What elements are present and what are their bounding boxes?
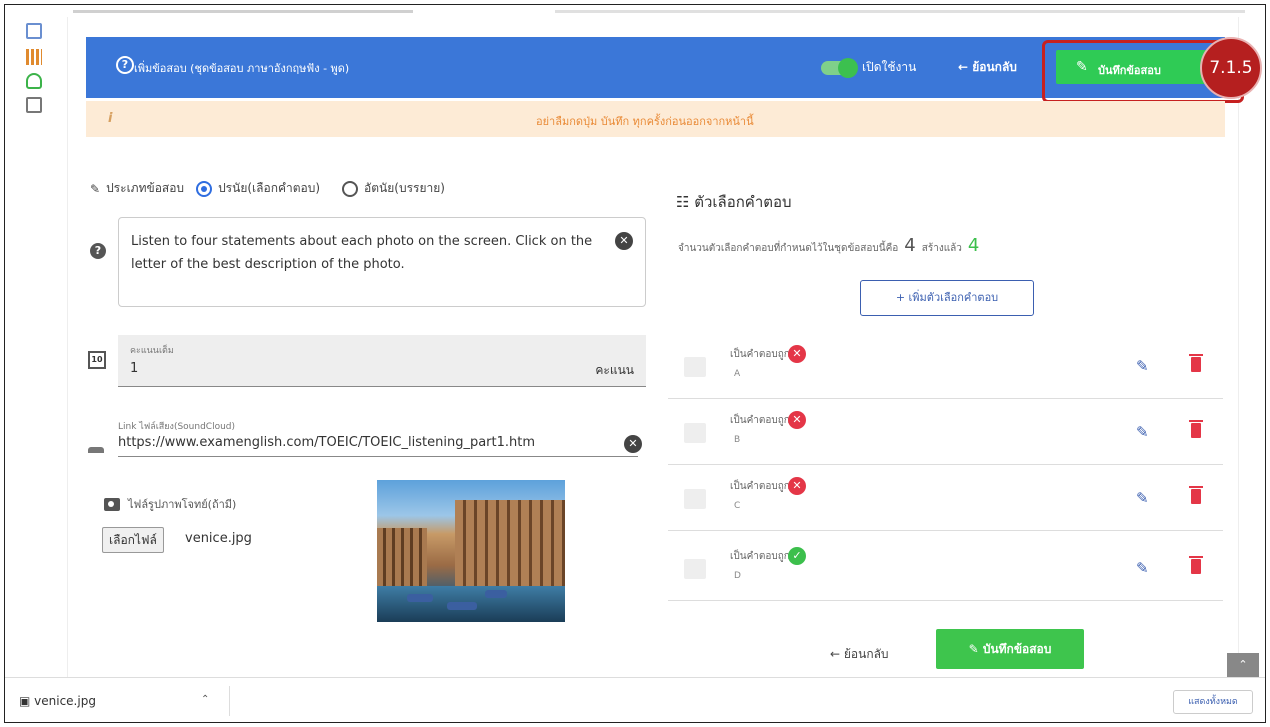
main-content: ? เพิ่มข้อสอบ (ชุดข้อสอบ ภาษาอังกฤษฟัง -… [67,17,1262,677]
answer-row: เป็นคำตอบถูก ✕ C ✎ [668,467,1223,531]
audio-link-label: Link ไฟล์เสียง(SoundCloud) [118,422,236,432]
image-placeholder-icon [684,559,706,579]
score-field[interactable]: คะแนนเต็ม 1 คะแนน [118,335,646,387]
image-label: ไฟล์รูปภาพโจทย์(ถ้ามี) [128,498,237,511]
books-icon[interactable] [26,49,42,65]
question-text: Listen to four statements about each pho… [131,234,593,272]
show-all-button[interactable]: แสดงทั้งหมด [1173,690,1253,714]
enable-toggle[interactable] [821,58,858,78]
camera-icon [104,497,120,511]
wrong-status-icon[interactable]: ✕ [788,477,806,495]
download-filename: venice.jpg [34,694,96,708]
radio-objective[interactable] [196,180,213,197]
back-label: ย้อนกลับ [972,60,1017,74]
clear-audio-icon[interactable]: ✕ [624,435,642,453]
edit-pencil-icon[interactable]: ✎ [1136,489,1149,507]
checklist-icon[interactable] [26,23,42,39]
answer-key: D [734,571,741,581]
delete-trash-icon[interactable] [1189,420,1203,438]
answers-title: ☷ ตัวเลือกคำตอบ [676,193,792,211]
answer-count-row: จำนวนตัวเลือกคำตอบที่กำหนดไว้ในชุดข้อสอบ… [678,235,979,256]
answer-row: เป็นคำตอบถูก ✕ B ✎ [668,401,1223,465]
download-bar: ▣ venice.jpg ⌃ แสดงทั้งหมด [5,677,1265,722]
wrong-status-icon[interactable]: ✕ [788,345,806,363]
answers-title-text: ตัวเลือกคำตอบ [694,193,792,211]
answer-row: เป็นคำตอบถูก ✕ A ✎ [668,335,1223,399]
score-unit: คะแนน [595,363,634,377]
download-item[interactable]: ▣ venice.jpg [19,694,96,708]
answer-count: 4 [904,235,916,256]
step-badge: 7.1.5 [1200,37,1262,99]
score-label: คะแนนเต็ม [130,346,174,356]
radio-objective-label: ปรนัย(เลือกคำตอบ) [218,181,321,195]
created-count: 4 [967,235,980,256]
edit-pencil-icon[interactable]: ✎ [1136,559,1149,577]
correct-label: เป็นคำตอบถูก [730,551,790,562]
question-textarea[interactable]: Listen to four statements about each pho… [118,217,646,307]
image-placeholder-icon [684,423,706,443]
delete-trash-icon[interactable] [1189,556,1203,574]
divider [229,686,230,716]
edit-pencil-icon[interactable]: ✎ [1136,357,1149,375]
notice-text: อย่าลืมกดปุ่ม บันทึก ทุกครั้งก่อนออกจากห… [536,115,754,128]
clear-icon[interactable]: ✕ [615,232,633,250]
page-title: เพิ่มข้อสอบ (ชุดข้อสอบ ภาษาอังกฤษฟัง - พ… [134,62,350,75]
footer-save-button[interactable]: ✎ บันทึกข้อสอบ [936,629,1084,669]
chosen-filename: venice.jpg [185,531,252,546]
score-value: 1 [130,361,139,376]
photo-boat [485,590,507,598]
soundcloud-icon [88,447,104,453]
tab-active[interactable] [73,5,413,13]
image-placeholder-icon [684,357,706,377]
tab-inactive[interactable] [555,5,1245,13]
window: ? เพิ่มข้อสอบ (ชุดข้อสอบ ภาษาอังกฤษฟัง -… [4,4,1266,723]
score-icon: 10 [88,351,106,369]
correct-status-icon[interactable]: ✓ [788,547,806,565]
top-tabs [65,5,1265,17]
sidebar [5,5,65,677]
wrong-status-icon[interactable]: ✕ [788,411,806,429]
radio-subjective-label: อัตนัย(บรรยาย) [364,181,445,195]
photo-boat [407,594,433,602]
choose-file-button[interactable]: เลือกไฟล์ [102,527,164,553]
edit-pencil-icon[interactable]: ✎ [1136,423,1149,441]
question-image-preview [377,480,565,622]
chevron-up-icon[interactable]: ⌃ [201,694,209,705]
audio-link-value: https://www.examenglish.com/TOEIC/TOEIC_… [118,435,536,450]
photo-boat [447,602,477,610]
archive-icon[interactable] [26,97,42,113]
info-icon: i [108,111,113,126]
notice-banner: i อย่าลืมกดปุ่ม บันทึก ทุกครั้งก่อนออกจา… [86,101,1225,137]
answer-key: C [734,501,741,511]
enable-label: เปิดใช้งาน [862,60,917,74]
pencil-icon: ✎ [90,181,101,196]
correct-label: เป็นคำตอบถูก [730,481,790,492]
correct-label: เป็นคำตอบถูก [730,415,790,426]
delete-trash-icon[interactable] [1189,486,1203,504]
scroll-top-button[interactable]: ⌃ [1227,653,1259,677]
question-type-label: ประเภทข้อสอบ [106,181,185,195]
question-circle-icon: ? [116,56,134,74]
answer-key: B [734,435,741,445]
toggle-knob [838,58,858,78]
footer-back-button[interactable]: ← ย้อนกลับ [830,645,889,664]
add-answer-button[interactable]: + เพิ่มตัวเลือกคำตอบ [860,280,1034,316]
created-label: สร้างแล้ว [921,243,962,254]
image-placeholder-icon [684,489,706,509]
audio-link-field[interactable]: Link ไฟล์เสียง(SoundCloud) https://www.e… [118,417,638,457]
question-type-row: ✎ ประเภทข้อสอบ ปรนัย(เลือกคำตอบ) อัตนัย(… [90,179,445,198]
help-icon: ? [90,243,106,259]
answer-count-label: จำนวนตัวเลือกคำตอบที่กำหนดไว้ในชุดข้อสอบ… [678,243,899,254]
radio-subjective[interactable] [342,180,359,197]
delete-trash-icon[interactable] [1189,354,1203,372]
footer-back-label: ย้อนกลับ [843,647,889,661]
footer-save-label: บันทึกข้อสอบ [982,642,1052,656]
answer-row: เป็นคำตอบถูก ✓ D ✎ [668,537,1223,601]
user-icon[interactable] [26,73,42,89]
correct-label: เป็นคำตอบถูก [730,349,790,360]
back-button[interactable]: ← ย้อนกลับ [958,58,1017,77]
answer-key: A [734,369,741,379]
photo-building [455,500,565,600]
image-label-row: ไฟล์รูปภาพโจทย์(ถ้ามี) [104,495,236,513]
